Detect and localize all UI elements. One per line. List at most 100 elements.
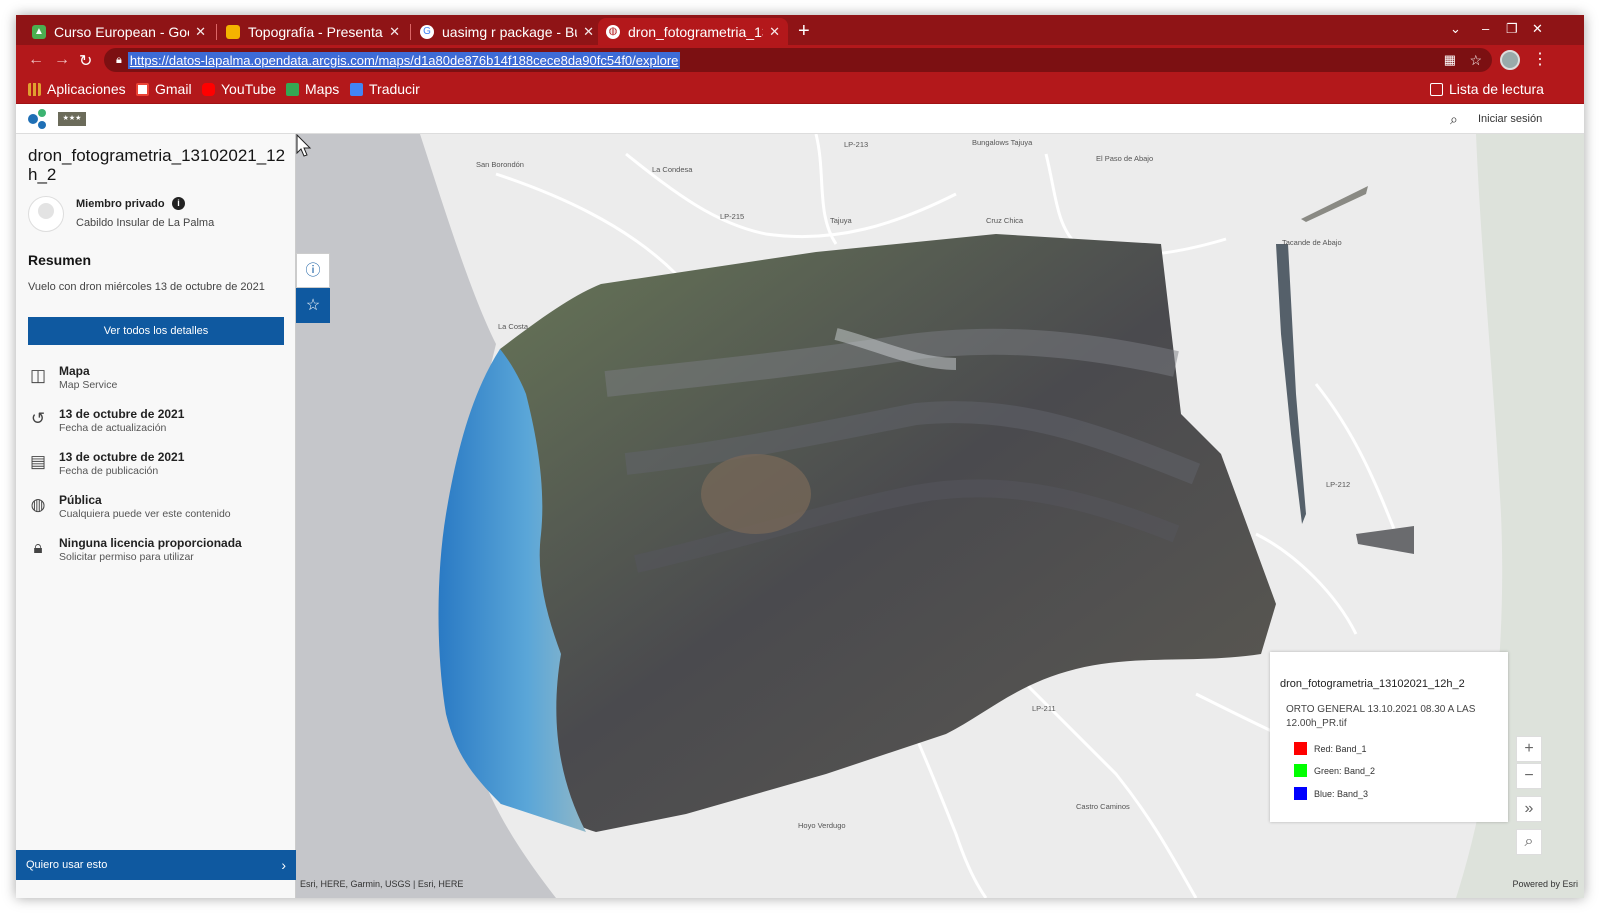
translate-icon	[350, 82, 363, 96]
i-want-to-use-this-button[interactable]: Quiero usar esto ›	[16, 850, 296, 880]
tab-curso-european[interactable]: ▲ Curso European - Goog ✕	[24, 18, 214, 45]
map-label: El Paso de Abajo	[1096, 154, 1154, 163]
youtube-icon	[202, 82, 215, 96]
map-label: Castro Caminos	[1076, 802, 1130, 811]
back-icon[interactable]: ←	[28, 51, 44, 69]
view-all-details-button[interactable]: Ver todos los detalles	[28, 317, 284, 345]
bookmark-youtube[interactable]: YouTube	[202, 81, 276, 97]
history-icon: ↺	[30, 409, 46, 428]
info-row-license: 🔒︎ Ninguna licencia proporcionada Solici…	[28, 536, 288, 570]
close-tab-icon[interactable]: ✕	[389, 24, 400, 40]
favorites-tab-button[interactable]: ☆	[296, 288, 330, 323]
bookmark-aplicaciones[interactable]: Aplicaciones	[28, 81, 126, 97]
close-tab-icon[interactable]: ✕	[195, 24, 206, 40]
map-label: La Condesa	[652, 165, 693, 174]
close-window-icon[interactable]: ✕	[1532, 21, 1543, 37]
globe-favicon-icon: ◍	[606, 24, 620, 39]
drive-icon: ▲	[32, 24, 46, 39]
map-label: Cruz Chica	[986, 216, 1024, 225]
road-label: LP-215	[720, 212, 745, 221]
bookmark-gmail[interactable]: Gmail	[136, 81, 192, 97]
new-tab-button[interactable]: +	[798, 20, 810, 43]
map-attribution: Esri, HERE, Garmin, USGS | Esri, HERE	[300, 879, 464, 889]
blue-swatch	[1294, 787, 1307, 800]
info-row-updated: ↺ 13 de octubre de 2021 Fecha de actuali…	[28, 407, 288, 441]
map-icon: ◫	[29, 366, 47, 385]
lock-icon: 🔒︎	[33, 538, 43, 557]
legend-item-blue: Blue: Band_3	[1294, 787, 1368, 800]
mouse-cursor-icon	[296, 134, 312, 157]
tab-strip: ▲ Curso European - Goog ✕ Topografía - P…	[16, 15, 1584, 45]
map-view[interactable]: San Borondón La Condesa Bungalows Tajuya…	[296, 134, 1584, 898]
browser-menu-icon[interactable]: ⋮	[1532, 49, 1548, 69]
bookmark-maps[interactable]: Maps	[286, 81, 339, 97]
reload-icon[interactable]: ↻	[79, 51, 92, 71]
bookmarks-bar: Aplicaciones Gmail YouTube Maps Traducir…	[16, 75, 1584, 104]
summary-heading: Resumen	[28, 252, 92, 268]
drone-strip-imagery	[1356, 526, 1414, 554]
map-label: Tajuya	[830, 216, 852, 225]
star-icon: ☆	[305, 297, 321, 314]
site-logo-icon[interactable]	[26, 108, 50, 130]
tab-search-icon[interactable]: ⌄	[1450, 21, 1461, 37]
road-label: LP-212	[1326, 480, 1351, 489]
info-tab-button[interactable]: ⓘ	[296, 253, 330, 288]
red-swatch	[1294, 742, 1307, 755]
road-label: LP-211	[1032, 704, 1056, 713]
map-legend: dron_fotogrametria_13102021_12h_2 ORTO G…	[1270, 652, 1508, 822]
search-icon[interactable]: ⌕	[1450, 111, 1458, 128]
maps-icon	[286, 82, 299, 96]
info-icon[interactable]: i	[172, 197, 185, 210]
owner-name: Miembro privado	[76, 198, 165, 210]
panel-toggle-tabs: ⓘ ☆	[296, 253, 330, 323]
map-label: Hoyo Verdugo	[798, 821, 846, 830]
google-icon: G	[420, 24, 434, 39]
item-title: dron_fotogrametria_13102021_12h_2	[28, 146, 286, 184]
zoom-out-button[interactable]: −	[1516, 763, 1542, 789]
item-details-panel: dron_fotogrametria_13102021_12h_2 Miembr…	[16, 134, 296, 898]
url-text[interactable]: https://datos-lapalma.opendata.arcgis.co…	[127, 51, 681, 69]
legend-layer-title: dron_fotogrametria_13102021_12h_2	[1280, 678, 1465, 690]
reading-list-icon	[1430, 82, 1443, 96]
summary-text: Vuelo con dron miércoles 13 de octubre d…	[28, 281, 265, 293]
qr-code-icon[interactable]: ▦	[1444, 52, 1456, 68]
close-tab-icon[interactable]: ✕	[769, 24, 780, 40]
map-search-button[interactable]: ⌕	[1516, 829, 1542, 855]
info-row-type: ◫ Mapa Map Service	[29, 364, 118, 391]
owner-avatar	[28, 196, 64, 232]
zoom-in-button[interactable]: +	[1516, 736, 1542, 762]
green-swatch	[1294, 764, 1307, 777]
chevron-right-icon: ›	[281, 857, 286, 873]
profile-avatar[interactable]	[1500, 50, 1520, 70]
info-row-published: ▤ 13 de octubre de 2021 Fecha de publica…	[29, 450, 185, 477]
minimize-icon[interactable]: –	[1482, 21, 1489, 36]
navigation-bar: ← → ↻ 🔒︎ https://datos-lapalma.opendata.…	[16, 45, 1584, 75]
owner-organization: Cabildo Insular de La Palma	[76, 217, 215, 229]
powered-by-esri[interactable]: Powered by Esri	[1512, 879, 1578, 889]
globe-icon: ◍	[30, 495, 46, 514]
map-label: La Costa	[498, 322, 529, 331]
forward-icon[interactable]: →	[54, 51, 70, 69]
tab-dron-fotogrametria[interactable]: ◍ dron_fotogrametria_13 ✕	[598, 18, 788, 45]
restore-icon[interactable]: ❐	[1506, 21, 1518, 37]
lock-icon[interactable]: 🔒︎	[116, 54, 122, 67]
bookmark-traducir[interactable]: Traducir	[350, 81, 420, 97]
tab-separator	[410, 24, 411, 40]
legend-layer-subtitle: ORTO GENERAL 13.10.2021 08.30 A LAS 12.0…	[1286, 704, 1476, 729]
tab-topografia[interactable]: Topografía - Presentaci ✕	[218, 18, 408, 45]
tab-uasimg[interactable]: G uasimg r package - Bus ✕	[412, 18, 602, 45]
browser-window: ▲ Curso European - Goog ✕ Topografía - P…	[16, 15, 1584, 898]
legend-item-green: Green: Band_2	[1294, 764, 1375, 777]
expand-panel-button[interactable]: »	[1516, 796, 1542, 822]
close-tab-icon[interactable]: ✕	[583, 24, 594, 40]
drone-strip-imagery	[1276, 244, 1306, 524]
reading-list-button[interactable]: Lista de lectura	[1430, 81, 1544, 97]
info-circle-icon: ⓘ	[305, 262, 321, 279]
road-label: LP-213	[844, 140, 869, 149]
sign-in-link[interactable]: Iniciar sesión	[1478, 113, 1542, 125]
map-label: San Borondón	[476, 160, 524, 169]
bookmark-star-icon[interactable]: ☆	[1469, 52, 1482, 69]
tab-separator	[216, 24, 217, 40]
address-bar[interactable]: 🔒︎ https://datos-lapalma.opendata.arcgis…	[104, 48, 1492, 72]
cabildo-crest-logo: ★★★	[58, 112, 86, 126]
